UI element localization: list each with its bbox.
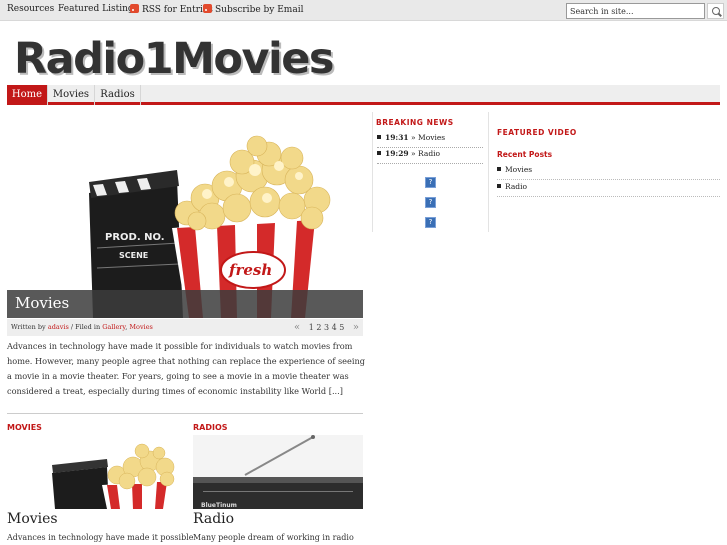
category-link-gallery[interactable]: Gallery — [102, 323, 125, 331]
recent-posts-heading: Recent Posts — [497, 150, 553, 159]
category-heading-movies[interactable]: MOVIES — [7, 423, 42, 432]
rss-entries-link[interactable]: RSS for Entries — [130, 4, 213, 15]
svg-text:PROD. NO.: PROD. NO. — [105, 232, 165, 243]
top-bar: Resources Featured Listings RSS for Entr… — [0, 0, 727, 21]
category-heading-radios[interactable]: RADIOS — [193, 423, 228, 432]
radio-thumbnail[interactable]: BlueTinum — [193, 435, 363, 509]
featured-excerpt: Advances in technology have made it poss… — [7, 341, 365, 396]
movies-post-excerpt: Advances in technology have made it poss… — [7, 533, 194, 542]
bullet-icon — [497, 167, 501, 171]
featured-caption[interactable]: Movies — [7, 290, 363, 318]
featured-listings-link[interactable]: Featured Listings — [58, 4, 138, 14]
search-input[interactable] — [566, 3, 705, 19]
rss-icon — [203, 4, 212, 13]
nav-tab-radios[interactable]: Radios — [95, 85, 141, 105]
main-nav: Home Movies Radios — [7, 85, 720, 105]
breaking-news-heading: BREAKING NEWS — [376, 118, 454, 127]
resources-link[interactable]: Resources — [7, 4, 54, 14]
author-link[interactable]: adavis — [48, 323, 69, 331]
divider — [7, 413, 363, 414]
featured-pager: « 1 2 3 4 5 » — [294, 319, 359, 336]
news-item[interactable]: 19:31 » Movies — [377, 133, 483, 148]
recent-post-item[interactable]: Radio — [497, 182, 720, 197]
breaking-news-column — [372, 112, 489, 232]
radio-post-title[interactable]: Radio — [193, 511, 234, 527]
missing-image-icon[interactable]: ? — [425, 177, 436, 188]
subscribe-email-label: Subscribe by Email — [215, 5, 304, 15]
bullet-icon — [377, 135, 381, 139]
pager-next-icon[interactable]: » — [353, 322, 359, 333]
pager-prev-icon[interactable]: « — [294, 322, 300, 333]
site-logo[interactable]: Radio1Movies — [14, 36, 334, 82]
written-by-label: Written by — [11, 323, 46, 331]
category-link-movies[interactable]: Movies — [129, 323, 153, 331]
rss-icon — [130, 4, 139, 13]
search-icon[interactable] — [707, 3, 724, 19]
bullet-icon — [377, 151, 381, 155]
svg-text:SCENE: SCENE — [119, 251, 148, 260]
featured-title[interactable]: Movies — [15, 294, 69, 312]
subscribe-email-link[interactable]: Subscribe by Email — [203, 4, 303, 15]
featured-image[interactable]: PROD. NO. SCENE fresh — [7, 118, 363, 318]
pager-pages[interactable]: 1 2 3 4 5 — [309, 323, 345, 332]
radio-post-excerpt: Many people dream of working in radio — [193, 533, 354, 542]
featured-video-heading: FEATURED VIDEO — [497, 128, 577, 137]
missing-image-icon[interactable]: ? — [425, 197, 436, 208]
missing-image-icon[interactable]: ? — [425, 217, 436, 228]
post-meta: Written by adavis / Filed in Gallery, Mo… — [7, 319, 363, 336]
recent-post-item[interactable]: Movies — [497, 165, 720, 180]
nav-tab-movies[interactable]: Movies — [48, 85, 95, 105]
news-item[interactable]: 19:29 » Radio — [377, 149, 483, 164]
svg-text:fresh: fresh — [228, 261, 272, 279]
nav-tab-home[interactable]: Home — [7, 85, 48, 105]
bullet-icon — [497, 184, 501, 188]
movies-thumbnail[interactable] — [7, 435, 178, 509]
svg-text:BlueTinum: BlueTinum — [201, 502, 237, 509]
filed-in-label: Filed in — [75, 323, 101, 331]
movies-post-title[interactable]: Movies — [7, 511, 58, 527]
